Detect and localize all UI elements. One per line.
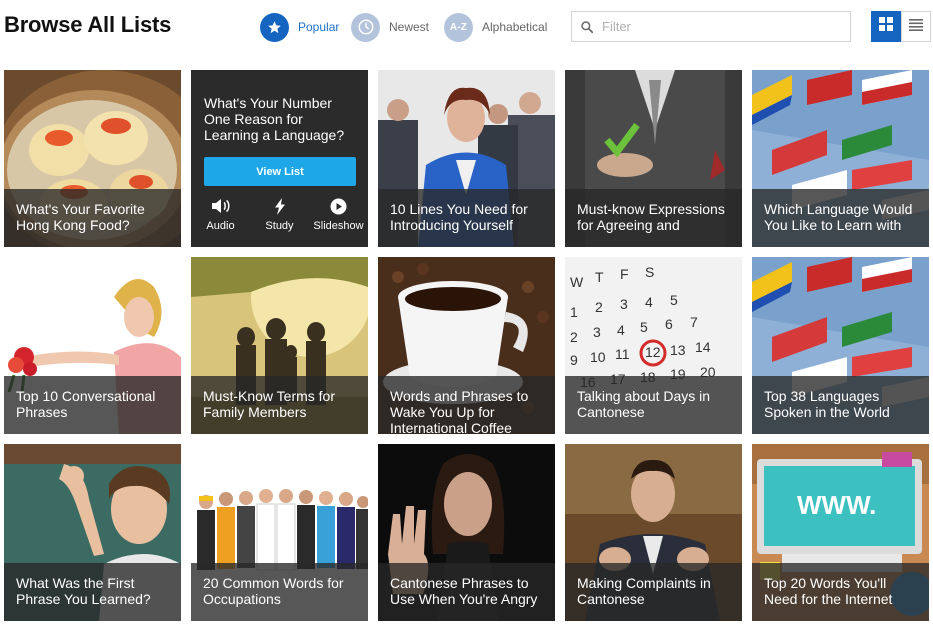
list-card[interactable]: Making Complaints in Cantonese bbox=[565, 444, 742, 621]
list-card[interactable]: WWW. Top 20 Words You'll Need for the In… bbox=[752, 444, 929, 621]
card-title: Top 10 Conversational Phrases bbox=[4, 376, 181, 434]
study-label: Study bbox=[265, 220, 294, 232]
svg-text:9: 9 bbox=[570, 352, 578, 368]
card-title: Which Language Would You Like to Learn w… bbox=[752, 189, 929, 247]
filter-input[interactable] bbox=[602, 19, 842, 34]
grid-icon bbox=[879, 17, 893, 36]
card-title: 20 Common Words for Occupations bbox=[191, 563, 368, 621]
svg-text:T: T bbox=[595, 269, 604, 285]
filter-box bbox=[571, 11, 851, 42]
sort-alphabetical-label: Alphabetical bbox=[482, 20, 548, 34]
audio-label: Audio bbox=[206, 220, 235, 232]
list-card[interactable]: Must-know Expressions for Agreeing and bbox=[565, 70, 742, 247]
svg-text:1: 1 bbox=[570, 304, 578, 320]
card-title: What Was the First Phrase You Learned? bbox=[4, 563, 181, 621]
card-title: Words and Phrases to Wake You Up for Int… bbox=[378, 376, 555, 434]
page-title: Browse All Lists bbox=[4, 12, 172, 37]
audio-action[interactable]: Audio bbox=[191, 197, 250, 232]
svg-text:4: 4 bbox=[645, 294, 653, 310]
sort-popular-button[interactable]: Popular bbox=[260, 11, 339, 43]
card-title: Making Complaints in Cantonese bbox=[565, 563, 742, 621]
list-icon bbox=[909, 18, 923, 36]
sort-popular-label: Popular bbox=[298, 20, 340, 34]
svg-text:3: 3 bbox=[593, 324, 601, 340]
study-action[interactable]: Study bbox=[250, 197, 309, 232]
lightning-icon bbox=[274, 197, 286, 215]
list-card[interactable]: WTFS 12345 234567 910111314 12 161718192… bbox=[565, 257, 742, 434]
svg-text:5: 5 bbox=[670, 292, 678, 308]
play-icon bbox=[330, 197, 347, 215]
clock-icon bbox=[351, 12, 380, 42]
svg-text:5: 5 bbox=[640, 319, 648, 335]
list-card[interactable]: What Was the First Phrase You Learned? bbox=[4, 444, 181, 621]
list-grid: What's Your Favorite Hong Kong Food? Wha… bbox=[4, 70, 929, 621]
list-card[interactable]: Top 10 Conversational Phrases bbox=[4, 257, 181, 434]
sort-alphabetical-button[interactable]: A-Z Alphabetical bbox=[444, 11, 547, 43]
svg-text:2: 2 bbox=[595, 299, 603, 315]
list-card[interactable]: 20 Common Words for Occupations bbox=[191, 444, 368, 621]
svg-text:2: 2 bbox=[570, 329, 578, 345]
list-view-button[interactable] bbox=[901, 11, 931, 42]
slideshow-action[interactable]: Slideshow bbox=[309, 197, 368, 232]
sort-newest-label: Newest bbox=[389, 20, 430, 34]
svg-text:7: 7 bbox=[690, 314, 698, 330]
list-card[interactable]: What's Your Favorite Hong Kong Food? bbox=[4, 70, 181, 247]
card-title: 10 Lines You Need for Introducing Yourse… bbox=[378, 189, 555, 247]
card-title: Talking about Days in Cantonese bbox=[565, 376, 742, 434]
svg-text:12: 12 bbox=[645, 344, 661, 360]
card-title: Cantonese Phrases to Use When You're Ang… bbox=[378, 563, 555, 621]
svg-text:3: 3 bbox=[620, 296, 628, 312]
list-card[interactable]: Cantonese Phrases to Use When You're Ang… bbox=[378, 444, 555, 621]
svg-text:11: 11 bbox=[615, 346, 630, 362]
svg-text:13: 13 bbox=[670, 342, 686, 358]
svg-text:6: 6 bbox=[665, 316, 673, 332]
card-title: Top 20 Words You'll Need for the Interne… bbox=[752, 563, 929, 621]
search-icon bbox=[572, 20, 602, 34]
svg-text:S: S bbox=[645, 264, 654, 280]
list-card[interactable]: 10 Lines You Need for Introducing Yourse… bbox=[378, 70, 555, 247]
sort-newest-button[interactable]: Newest bbox=[351, 11, 429, 43]
card-title: Must-know Expressions for Agreeing and bbox=[565, 189, 742, 247]
az-icon: A-Z bbox=[444, 12, 473, 42]
svg-text:14: 14 bbox=[695, 339, 711, 355]
svg-text:4: 4 bbox=[617, 322, 625, 338]
list-card[interactable]: Which Language Would You Like to Learn w… bbox=[752, 70, 929, 247]
star-icon bbox=[260, 12, 289, 42]
list-card[interactable]: Top 38 Languages Spoken in the World bbox=[752, 257, 929, 434]
view-list-button[interactable]: View List bbox=[204, 157, 356, 186]
list-card-hovered[interactable]: What's Your Number One Reason for Learni… bbox=[191, 70, 368, 247]
slideshow-label: Slideshow bbox=[313, 220, 364, 232]
list-card[interactable]: Words and Phrases to Wake You Up for Int… bbox=[378, 257, 555, 434]
card-hover-question: What's Your Number One Reason for Learni… bbox=[204, 95, 345, 143]
svg-text:W: W bbox=[570, 274, 584, 290]
list-card[interactable]: Must-Know Terms for Family Members bbox=[191, 257, 368, 434]
card-title: What's Your Favorite Hong Kong Food? bbox=[4, 189, 181, 247]
card-title: Must-Know Terms for Family Members bbox=[191, 376, 368, 434]
grid-view-button[interactable] bbox=[871, 11, 901, 42]
svg-text:10: 10 bbox=[590, 349, 606, 365]
card-title: Top 38 Languages Spoken in the World bbox=[752, 376, 929, 434]
svg-text:F: F bbox=[620, 266, 629, 282]
svg-text:WWW.: WWW. bbox=[797, 490, 876, 520]
speaker-icon bbox=[211, 197, 231, 215]
card-actions: Audio Study Slideshow bbox=[191, 197, 368, 232]
